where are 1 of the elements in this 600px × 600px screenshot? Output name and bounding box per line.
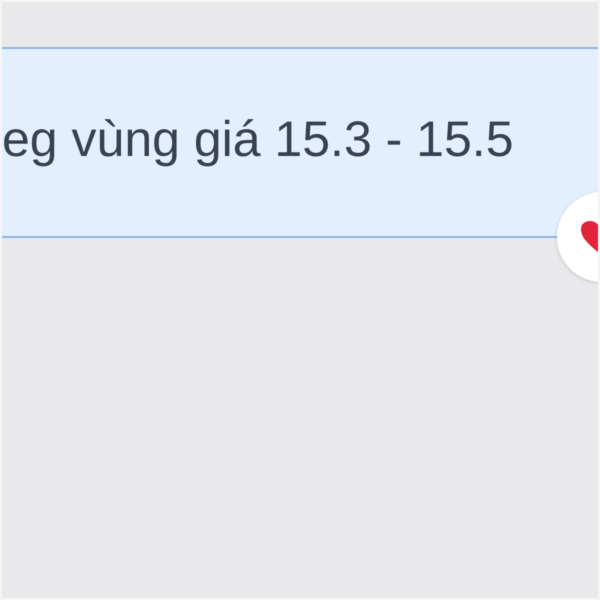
message-text: eg vùng giá 15.3 - 15.5 xyxy=(2,110,514,168)
